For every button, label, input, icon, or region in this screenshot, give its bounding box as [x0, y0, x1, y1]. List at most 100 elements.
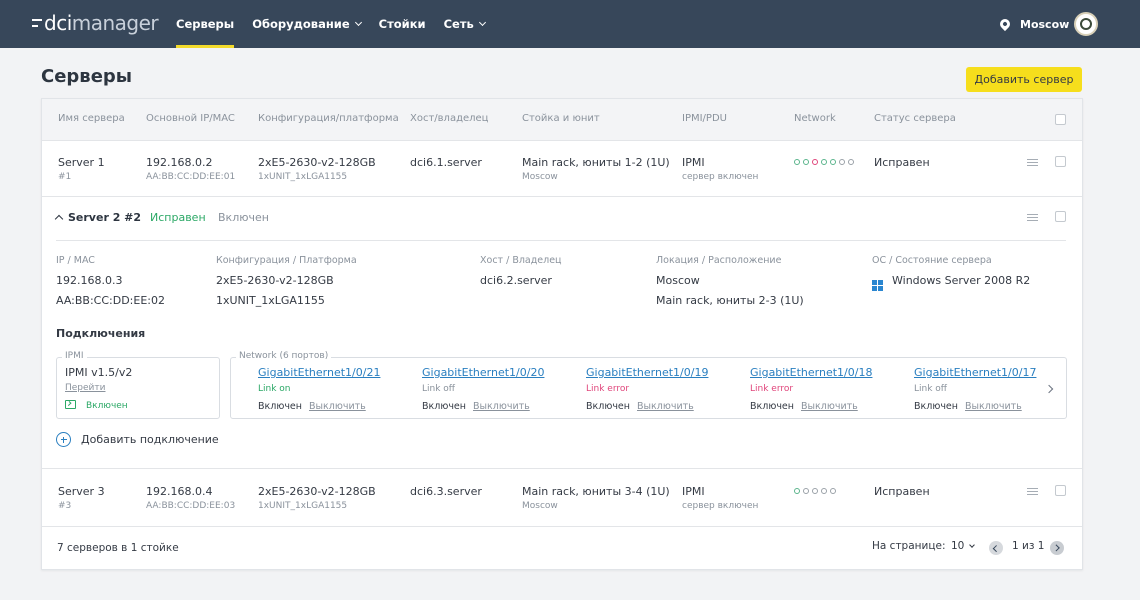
server-location: Moscow: [522, 172, 558, 182]
port-actions: Включен Выключить: [586, 401, 736, 412]
logo[interactable]: dcimanager: [32, 11, 159, 35]
terminal-icon: [65, 400, 76, 409]
expanded-server-panel: Server 2 #2 Исправен Включен IP / MAC 19…: [42, 197, 1082, 469]
port-link-status: Link on: [258, 384, 291, 394]
port-name-link[interactable]: GigabitEthernet1/0/20: [422, 366, 572, 379]
row-checkbox[interactable]: [1055, 485, 1066, 496]
label-location: Локация / Расположение: [656, 255, 782, 266]
port-disable-link[interactable]: Выключить: [473, 401, 530, 412]
location-pin-icon: [997, 16, 1013, 32]
server-ip: 192.168.0.2: [146, 156, 213, 169]
col-header-status[interactable]: Статус сервера: [874, 113, 956, 124]
avatar[interactable]: [1074, 12, 1098, 36]
server-config: 2xE5-2630-v2-128GB: [258, 485, 376, 498]
server-name-link[interactable]: Server 3: [58, 485, 105, 498]
label-config: Конфигурация / Платформа: [216, 255, 357, 266]
page-title: Серверы: [41, 66, 133, 87]
nav-servers-label: Серверы: [176, 17, 235, 31]
ipmi-goto-link[interactable]: Перейти: [65, 383, 106, 393]
server-mac: AA:BB:CC:DD:EE:03: [146, 501, 236, 511]
servers-table: Имя сервера Основной IP/MAC Конфигурация…: [41, 98, 1083, 570]
connections-title: Подключения: [56, 327, 146, 340]
chevron-down-icon: [969, 542, 976, 548]
page-info: 1 из 1: [1012, 540, 1045, 552]
per-page-select[interactable]: 10: [951, 540, 976, 552]
label-host: Хост / Владелец: [480, 255, 562, 266]
network-port: GigabitEthernet1/0/21 Link on Включен Вык…: [258, 366, 408, 412]
col-header-ip[interactable]: Основной IP/MAC: [146, 113, 235, 124]
server-rack: Main rack, юниты 1-2 (1U): [522, 156, 670, 169]
port-actions: Включен Выключить: [258, 401, 408, 412]
port-name-link[interactable]: GigabitEthernet1/0/18: [750, 366, 900, 379]
col-header-rack[interactable]: Стойка и юнит: [522, 113, 600, 124]
port-power-state: Включен: [586, 401, 630, 412]
col-header-name[interactable]: Имя сервера: [58, 113, 125, 124]
row-checkbox[interactable]: [1055, 211, 1066, 222]
server-status: Исправен: [874, 485, 930, 498]
port-status-dot: [848, 159, 854, 165]
expanded-server-title: Server 2 #2: [68, 211, 142, 224]
port-name-link[interactable]: GigabitEthernet1/0/21: [258, 366, 408, 379]
row-checkbox[interactable]: [1055, 156, 1066, 167]
row-menu-icon[interactable]: [1027, 214, 1038, 222]
server-platform: 1xUNIT_1xLGA1155: [258, 172, 348, 182]
table-row[interactable]: Server 1 #1 192.168.0.2 AA:BB:CC:DD:EE:0…: [42, 141, 1082, 197]
port-status-dot: [794, 488, 800, 494]
col-header-ipmi[interactable]: IPMI/PDU: [682, 113, 727, 124]
port-power-state: Включен: [258, 401, 302, 412]
port-link-status: Link error: [750, 384, 794, 394]
expanded-power-state: Включен: [218, 211, 269, 224]
port-disable-link[interactable]: Выключить: [309, 401, 366, 412]
chevron-down-icon: [478, 18, 486, 27]
logo-manager: manager: [71, 11, 159, 35]
logo-mark-icon: [32, 19, 42, 27]
prev-page-button[interactable]: [989, 541, 1003, 555]
expanded-server-header[interactable]: Server 2 #2: [54, 211, 142, 224]
nav-servers[interactable]: Серверы: [176, 0, 235, 48]
nav-equipment-label: Оборудование: [252, 17, 350, 31]
network-ports-indicator[interactable]: [794, 488, 858, 494]
chevron-down-icon: [354, 18, 362, 27]
col-header-host[interactable]: Хост/владелец: [410, 113, 489, 124]
location-selector[interactable]: Moscow: [997, 0, 1069, 48]
col-header-network[interactable]: Network: [794, 113, 836, 124]
server-name-link[interactable]: Server 1: [58, 156, 105, 169]
port-status-dot: [821, 159, 827, 165]
row-menu-icon[interactable]: [1027, 488, 1038, 496]
add-circle-icon: [56, 432, 71, 447]
next-page-button[interactable]: [1050, 541, 1064, 555]
port-disable-link[interactable]: Выключить: [637, 401, 694, 412]
port-name-link[interactable]: GigabitEthernet1/0/17: [914, 366, 1064, 379]
nav-network[interactable]: Сеть: [444, 0, 486, 48]
port-actions: Включен Выключить: [750, 401, 900, 412]
chevron-left-icon: [993, 544, 1000, 551]
nav-equipment[interactable]: Оборудование: [252, 0, 362, 48]
expanded-mac: AA:BB:CC:DD:EE:02: [56, 294, 165, 307]
server-id: #1: [58, 172, 72, 182]
collapse-icon: [54, 214, 64, 224]
server-id: #3: [58, 501, 72, 511]
port-name-link[interactable]: GigabitEthernet1/0/19: [586, 366, 736, 379]
ipmi-version-link[interactable]: IPMI v1.5/v2: [65, 366, 132, 379]
ipmi-state[interactable]: Включен: [65, 400, 128, 411]
add-server-button[interactable]: Добавить сервер: [966, 67, 1082, 92]
main-nav: Серверы Оборудование Стойки Сеть: [176, 0, 503, 48]
table-row[interactable]: Server 3 #3 192.168.0.4 AA:BB:CC:DD:EE:0…: [42, 469, 1082, 527]
port-disable-link[interactable]: Выключить: [965, 401, 1022, 412]
nav-racks[interactable]: Стойки: [379, 0, 426, 48]
logo-dci: dci: [44, 11, 72, 35]
server-ipmi: IPMI: [682, 485, 705, 498]
port-actions: Включен Выключить: [422, 401, 572, 412]
add-connection-button[interactable]: Добавить подключение: [56, 432, 219, 447]
ipmi-legend: IPMI: [62, 351, 87, 361]
port-status-dot: [821, 488, 827, 494]
col-header-config[interactable]: Конфигурация/платформа: [258, 113, 399, 124]
expanded-os-name: Windows Server 2008 R2: [892, 274, 1031, 287]
server-host: dci6.1.server: [410, 156, 482, 169]
row-menu-icon[interactable]: [1027, 159, 1038, 167]
network-ports-indicator[interactable]: [794, 159, 858, 165]
select-all-checkbox[interactable]: [1055, 114, 1066, 125]
server-host: dci6.3.server: [410, 485, 482, 498]
server-ipmi: IPMI: [682, 156, 705, 169]
port-disable-link[interactable]: Выключить: [801, 401, 858, 412]
